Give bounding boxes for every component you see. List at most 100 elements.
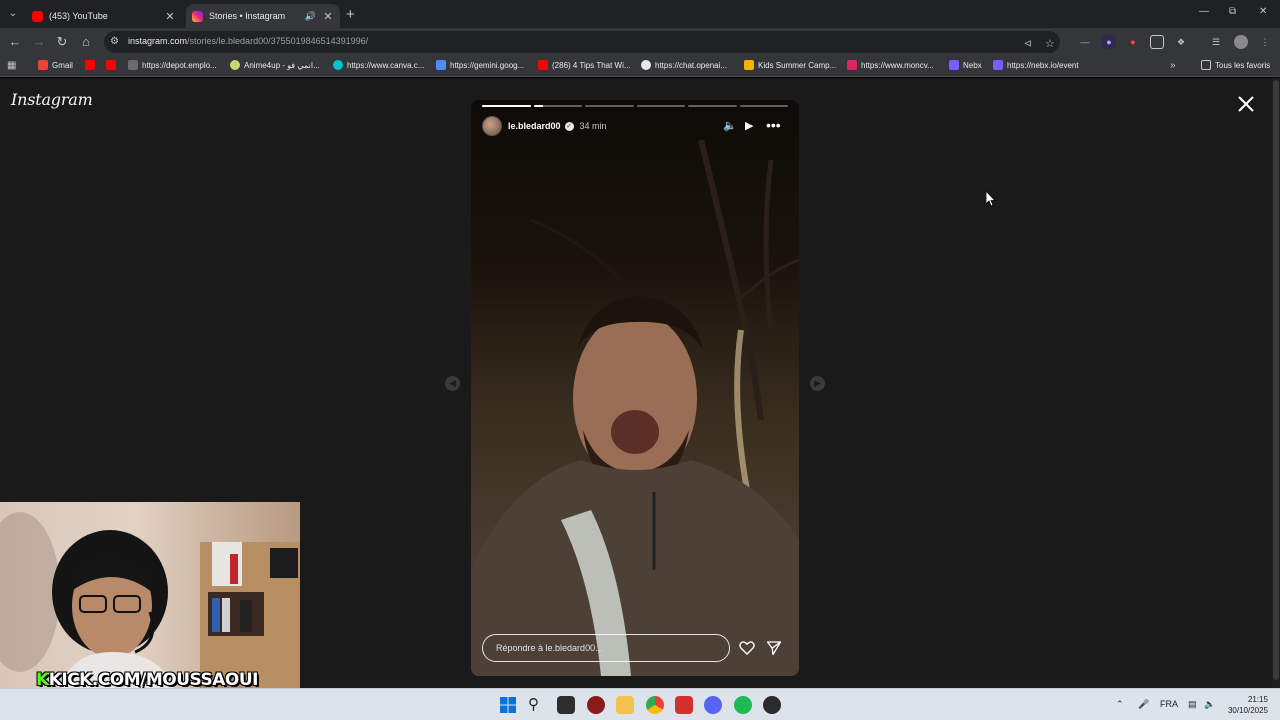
minimize-icon[interactable]: — — [1199, 6, 1209, 17]
story-card[interactable]: le.bledard00 ✓ 34 min 🔈 ▶ ••• Répondre à… — [471, 100, 799, 676]
clock-time: 21:15 — [1247, 695, 1268, 704]
extension-translate-icon[interactable]: ― — [1078, 35, 1092, 49]
language-indicator[interactable]: FRA — [1160, 699, 1178, 709]
progress-segment — [688, 105, 737, 107]
file-explorer-icon[interactable] — [616, 696, 634, 714]
extension-grid-icon[interactable] — [1150, 35, 1164, 49]
instagram-logo[interactable]: Instagram — [11, 90, 93, 109]
tab-youtube[interactable]: (453) YouTube ✕ — [26, 4, 182, 28]
youtube-icon — [32, 10, 43, 22]
clock-date: 30/10/2025 — [1227, 706, 1268, 715]
p-icon — [847, 60, 857, 70]
address-bar[interactable]: ⚙ instagram.com/stories/le.bledard00/375… — [104, 31, 1060, 53]
spotify-icon[interactable] — [734, 696, 752, 714]
close-window-icon[interactable]: ✕ — [1259, 6, 1267, 17]
star-icon[interactable]: ☆ — [1045, 37, 1055, 50]
bookmark-nebx-event[interactable]: https://nebx.io/event — [993, 60, 1079, 70]
bookmark-label: https://www.canva.c... — [347, 60, 425, 70]
system-clock[interactable]: 21:15 30/10/2025 — [1222, 694, 1268, 716]
site-info-icon[interactable]: ⚙ — [110, 36, 119, 47]
all-bookmarks-folder[interactable]: Tous les favoris — [1201, 60, 1270, 70]
globe-icon — [128, 60, 138, 70]
bookmark-anime4up[interactable]: Anime4up - انمي فو... — [230, 60, 320, 70]
microphone-icon[interactable]: 🎤 — [1138, 699, 1149, 710]
more-bookmarks-icon[interactable]: » — [1170, 60, 1176, 71]
heart-icon[interactable] — [739, 640, 755, 656]
back-icon[interactable]: ← — [7, 34, 23, 50]
youtube-icon — [106, 60, 116, 70]
bookmark-label: Tous les favoris — [1215, 60, 1271, 70]
close-icon[interactable]: ✕ — [322, 10, 334, 23]
close-icon[interactable] — [1236, 94, 1256, 114]
bookmark-moncv[interactable]: https://www.moncv... — [847, 60, 934, 70]
bookmark-4-tips[interactable]: (286) 4 Tips That Wi... — [538, 60, 631, 70]
extension-red-icon[interactable]: ● — [1126, 35, 1140, 49]
gemini-icon — [436, 60, 446, 70]
extensions-puzzle-icon[interactable]: ❖ — [1174, 35, 1188, 49]
progress-segment — [636, 105, 685, 107]
obs-icon[interactable] — [763, 696, 781, 714]
install-app-icon[interactable]: ⏿ — [1024, 37, 1032, 50]
media-control-icon[interactable]: ☰ — [1209, 35, 1223, 49]
bookmark-kids-summer-camp[interactable]: Kids Summer Camp... — [744, 60, 836, 70]
close-icon[interactable]: ✕ — [164, 10, 176, 23]
scrollbar[interactable] — [1272, 78, 1280, 688]
tab-instagram[interactable]: Stories • Instagram 🔊 ✕ — [186, 4, 340, 28]
speaker-icon[interactable]: 🔊 — [305, 11, 316, 22]
forward-icon[interactable]: → — [31, 34, 47, 50]
new-tab-button[interactable]: + — [346, 6, 355, 23]
gmail-icon — [38, 60, 48, 70]
bookmark-youtube-2[interactable] — [106, 60, 120, 70]
network-icon[interactable]: ▤ — [1188, 699, 1197, 710]
reload-icon[interactable]: ↻ — [54, 34, 70, 50]
verified-badge-icon: ✓ — [564, 121, 574, 131]
windows-start-icon[interactable] — [499, 696, 517, 714]
bookmark-nebx[interactable]: Nebx — [949, 60, 982, 70]
bookmark-youtube-1[interactable] — [85, 60, 99, 70]
bookmark-label: Nebx — [963, 60, 982, 70]
app-h-icon[interactable] — [675, 696, 693, 714]
bookmark-openai[interactable]: https://chat.openai... — [641, 60, 727, 70]
next-story-arrow-icon[interactable]: ▶ — [810, 376, 825, 391]
avatar[interactable] — [482, 116, 502, 136]
bookmark-gemini[interactable]: https://gemini.goog... — [436, 60, 524, 70]
reply-input[interactable]: Répondre à le.bledard00... — [482, 634, 730, 662]
tab-search-icon[interactable]: ⌄ — [4, 5, 22, 23]
chrome-icon[interactable] — [646, 696, 664, 714]
volume-icon[interactable]: 🔈 — [723, 116, 737, 136]
scrollbar-thumb[interactable] — [1273, 80, 1279, 680]
bookmark-gmail[interactable]: Gmail — [38, 60, 73, 70]
bookmark-canva[interactable]: https://www.canva.c... — [333, 60, 424, 70]
address-url: instagram.com/stories/le.bledard00/37550… — [128, 36, 368, 46]
chevron-up-icon[interactable]: ⌃ — [1116, 699, 1124, 710]
tab-title: (453) YouTube — [49, 11, 108, 21]
extension-purple-icon[interactable]: ● — [1102, 35, 1116, 49]
bookmark-depot[interactable]: https://depot.emplo... — [128, 60, 217, 70]
youtube-icon — [85, 60, 95, 70]
kick-logo: K — [36, 670, 49, 690]
app-red-icon[interactable] — [587, 696, 605, 714]
profile-avatar[interactable] — [1234, 35, 1248, 49]
volume-icon[interactable]: 🔈 — [1204, 699, 1215, 710]
task-view-icon[interactable] — [557, 696, 575, 714]
discord-icon[interactable] — [704, 696, 722, 714]
youtube-icon — [538, 60, 548, 70]
send-icon[interactable] — [766, 640, 782, 656]
menu-kebab-icon[interactable]: ⋮ — [1258, 35, 1272, 49]
story-header: le.bledard00 ✓ 34 min 🔈 ▶ ••• — [482, 116, 788, 136]
bookmark-label: https://www.moncv... — [861, 60, 934, 70]
restore-icon[interactable]: ⧉ — [1229, 6, 1236, 17]
home-icon[interactable]: ⌂ — [78, 34, 94, 50]
search-icon[interactable]: ⚲ — [528, 696, 546, 714]
progress-segment — [585, 105, 634, 107]
kick-channel-banner: KKICK.COM/MOUSSAOUI — [36, 670, 258, 690]
more-options-icon[interactable]: ••• — [766, 116, 781, 134]
play-icon[interactable]: ▶ — [745, 116, 753, 136]
apps-grid-icon[interactable]: ▦ — [7, 60, 16, 71]
bookmark-label: (286) 4 Tips That Wi... — [552, 60, 631, 70]
previous-story-arrow-icon[interactable]: ◀ — [445, 376, 460, 391]
browser-toolbar: ← → ↻ ⌂ ⚙ instagram.com/stories/le.bleda… — [0, 28, 1280, 56]
story-username[interactable]: le.bledard00 — [508, 121, 561, 131]
mouse-cursor-icon — [986, 191, 996, 207]
kick-url: KICK.COM/MOUSSAOUI — [48, 670, 259, 690]
